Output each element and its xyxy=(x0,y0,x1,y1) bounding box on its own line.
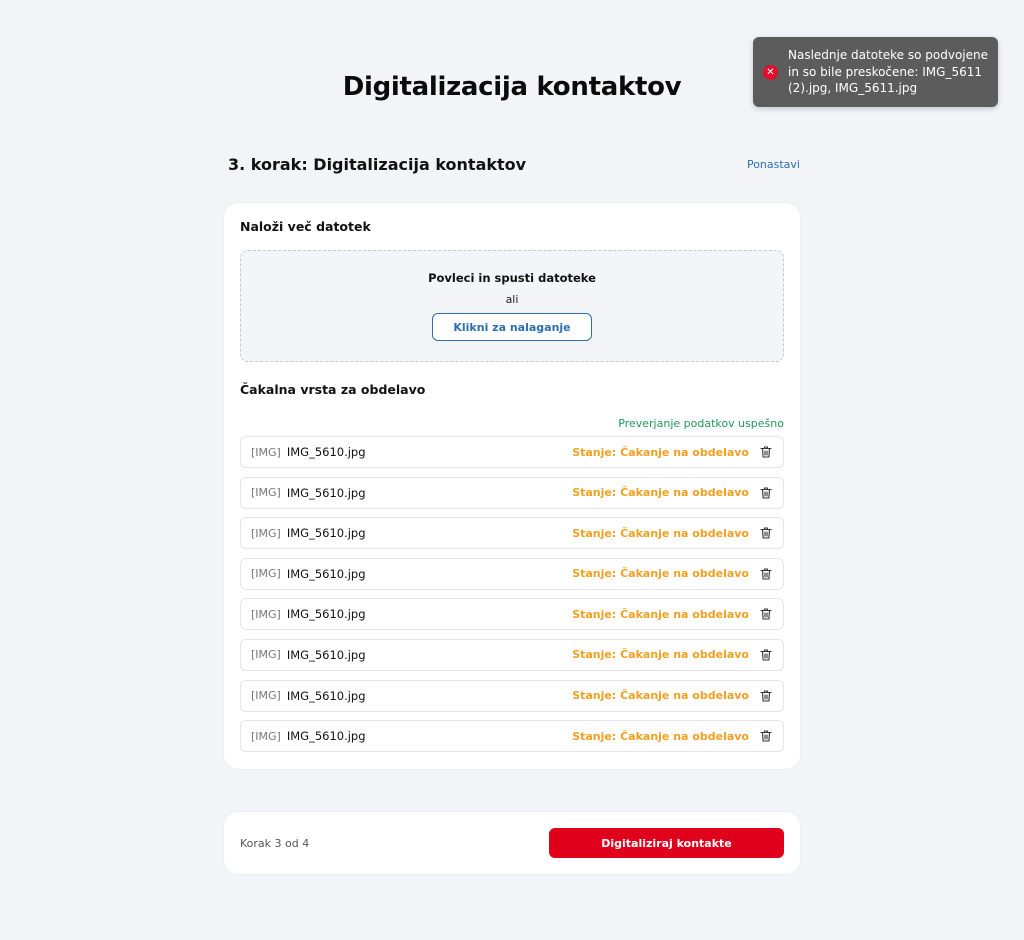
file-status: Stanje: Čakanje na obdelavo xyxy=(572,729,749,743)
file-type-label: [IMG] xyxy=(251,486,281,500)
trash-icon[interactable] xyxy=(759,445,773,459)
file-dropzone[interactable]: Povleci in spusti datoteke ali Klikni za… xyxy=(240,250,784,362)
file-row: [IMG] IMG_5610.jpg Stanje: Čakanje na ob… xyxy=(240,720,784,753)
file-name: IMG_5610.jpg xyxy=(286,445,366,459)
step-title: 3. korak: Digitalizacija kontaktov xyxy=(228,155,527,174)
file-row: [IMG] IMG_5610.jpg Stanje: Čakanje na ob… xyxy=(240,638,784,671)
file-type-label: [IMG] xyxy=(251,648,281,662)
file-type-label: [IMG] xyxy=(251,689,281,703)
reset-link[interactable]: Ponastavi xyxy=(747,158,800,171)
digitalize-contacts-button[interactable]: Digitaliziraj kontakte xyxy=(549,828,784,858)
file-status: Stanje: Čakanje na obdelavo xyxy=(572,689,749,703)
file-name: IMG_5610.jpg xyxy=(286,526,366,541)
file-row: [IMG] IMG_5610.jpg Stanje: Čakanje na ob… xyxy=(240,598,784,631)
file-row: [IMG] IMG_5610.jpg Stanje: Čakanje na ob… xyxy=(240,557,784,590)
upload-section-title: Naloži več datotek xyxy=(240,219,371,234)
toast-message: Naslednje datoteke so podvojene in so bi… xyxy=(788,48,989,96)
file-name: IMG_5610.jpg xyxy=(286,647,366,662)
error-icon: ✕ xyxy=(763,64,778,80)
file-row: [IMG] IMG_5610.jpg Stanje: Čakanje na ob… xyxy=(240,476,784,509)
file-type-label: [IMG] xyxy=(251,445,281,459)
file-status: Stanje: Čakanje na obdelavo xyxy=(572,648,749,662)
file-status: Stanje: Čakanje na obdelavo xyxy=(572,526,749,540)
footer-card: Korak 3 od 4 Digitaliziraj kontakte xyxy=(224,812,800,874)
file-name: IMG_5610.jpg xyxy=(286,566,366,581)
file-row: [IMG] IMG_5610.jpg Stanje: Čakanje na ob… xyxy=(240,436,784,468)
file-row: [IMG] IMG_5610.jpg Stanje: Čakanje na ob… xyxy=(240,679,784,712)
file-status: Stanje: Čakanje na obdelavo xyxy=(572,445,749,459)
file-queue-list: [IMG] IMG_5610.jpg Stanje: Čakanje na ob… xyxy=(240,436,784,753)
file-type-label: [IMG] xyxy=(251,567,281,581)
click-to-upload-button[interactable]: Klikni za nalaganje xyxy=(432,313,592,341)
trash-icon[interactable] xyxy=(759,486,773,500)
file-type-label: [IMG] xyxy=(251,607,281,621)
trash-icon[interactable] xyxy=(759,729,773,743)
file-name: IMG_5610.jpg xyxy=(286,729,366,744)
file-status: Stanje: Čakanje na obdelavo xyxy=(572,607,749,621)
file-name: IMG_5610.jpg xyxy=(286,485,366,500)
file-row: [IMG] IMG_5610.jpg Stanje: Čakanje na ob… xyxy=(240,517,784,550)
error-toast: ✕ Naslednje datoteke so podvojene in so … xyxy=(753,37,998,107)
file-type-label: [IMG] xyxy=(251,729,281,743)
file-name: IMG_5610.jpg xyxy=(286,688,366,703)
trash-icon[interactable] xyxy=(759,567,773,581)
file-name: IMG_5610.jpg xyxy=(286,607,366,622)
validation-status: Preverjanje podatkov uspešno xyxy=(618,417,784,430)
trash-icon[interactable] xyxy=(759,689,773,703)
upload-card: Naloži več datotek Povleci in spusti dat… xyxy=(224,203,800,769)
dropzone-or-text: ali xyxy=(505,293,519,306)
trash-icon[interactable] xyxy=(759,526,773,540)
step-header: 3. korak: Digitalizacija kontaktov Ponas… xyxy=(228,155,800,174)
step-counter: Korak 3 od 4 xyxy=(240,836,310,850)
trash-icon[interactable] xyxy=(759,648,773,662)
dropzone-title: Povleci in spusti datoteke xyxy=(428,271,596,285)
file-status: Stanje: Čakanje na obdelavo xyxy=(572,567,749,581)
file-status: Stanje: Čakanje na obdelavo xyxy=(572,486,749,500)
queue-section-title: Čakalna vrsta za obdelavo xyxy=(240,382,426,397)
trash-icon[interactable] xyxy=(759,607,773,621)
file-type-label: [IMG] xyxy=(251,526,281,540)
